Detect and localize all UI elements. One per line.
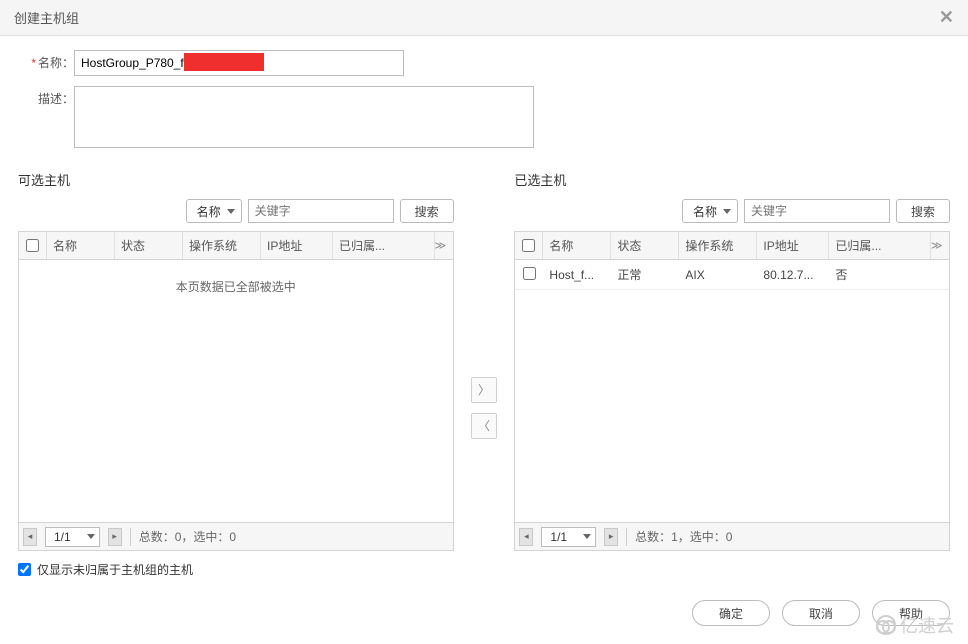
desc-textarea[interactable] — [74, 86, 534, 148]
col-ip[interactable]: IP地址 — [261, 232, 333, 259]
caret-down-icon — [227, 209, 235, 214]
available-hosts-title: 可选主机 — [18, 170, 454, 189]
only-unassigned-checkbox[interactable] — [18, 563, 31, 576]
col-status[interactable]: 状态 — [611, 232, 679, 259]
only-unassigned-label: 仅显示未归属于主机组的主机 — [37, 561, 193, 578]
col-os[interactable]: 操作系统 — [183, 232, 261, 259]
left-search-field-select[interactable]: 名称 — [186, 199, 242, 223]
left-empty-message: 本页数据已全部被选中 — [19, 260, 453, 313]
scroll-right-icon[interactable]: ▸ — [604, 528, 618, 546]
left-search-button[interactable]: 搜索 — [400, 199, 454, 223]
redacted-overlay — [184, 53, 264, 71]
columns-config-icon[interactable]: ≫ — [931, 239, 949, 252]
watermark: 亿速云 — [876, 612, 954, 638]
left-select-all-checkbox[interactable] — [26, 239, 39, 252]
dialog-title: 创建主机组 — [14, 8, 79, 27]
caret-down-icon — [723, 209, 731, 214]
move-right-button[interactable]: 〉 — [471, 377, 497, 403]
left-page-select[interactable]: 1/1 — [45, 527, 100, 547]
col-name[interactable]: 名称 — [47, 232, 115, 259]
ok-button[interactable]: 确定 — [692, 600, 770, 626]
col-status[interactable]: 状态 — [115, 232, 183, 259]
selected-hosts-grid: 名称 状态 操作系统 IP地址 已归属... ≫ Host_f... 正常 AI… — [514, 231, 950, 551]
right-search-field-select[interactable]: 名称 — [682, 199, 738, 223]
table-row[interactable]: Host_f... 正常 AIX 80.12.7... 否 — [515, 260, 949, 290]
right-select-all-checkbox[interactable] — [522, 239, 535, 252]
watermark-logo-icon — [876, 615, 896, 635]
col-ip[interactable]: IP地址 — [757, 232, 829, 259]
right-stats: 总数：1，选中：0 — [635, 528, 732, 545]
caret-down-icon — [87, 534, 95, 539]
columns-config-icon[interactable]: ≫ — [435, 239, 453, 252]
right-page-select[interactable]: 1/1 — [541, 527, 596, 547]
selected-hosts-title: 已选主机 — [514, 170, 950, 189]
col-name[interactable]: 名称 — [543, 232, 611, 259]
required-asterisk: * — [31, 56, 36, 70]
close-icon[interactable]: ✕ — [939, 7, 954, 28]
scroll-right-icon[interactable]: ▸ — [108, 528, 122, 546]
row-checkbox[interactable] — [523, 267, 536, 280]
dialog-header: 创建主机组 ✕ — [0, 0, 968, 36]
right-keyword-input[interactable] — [744, 199, 890, 223]
caret-down-icon — [583, 534, 591, 539]
name-label: 名称： — [38, 56, 74, 70]
cancel-button[interactable]: 取消 — [782, 600, 860, 626]
left-keyword-input[interactable] — [248, 199, 394, 223]
scroll-left-icon[interactable]: ◂ — [519, 528, 533, 546]
available-hosts-grid: 名称 状态 操作系统 IP地址 已归属... ≫ 本页数据已全部被选中 ◂ 1/… — [18, 231, 454, 551]
scroll-left-icon[interactable]: ◂ — [23, 528, 37, 546]
col-os[interactable]: 操作系统 — [679, 232, 757, 259]
desc-label: 描述： — [18, 86, 74, 107]
col-belonged[interactable]: 已归属... — [333, 232, 435, 259]
left-stats: 总数：0，选中：0 — [139, 528, 236, 545]
right-search-button[interactable]: 搜索 — [896, 199, 950, 223]
col-belonged[interactable]: 已归属... — [829, 232, 931, 259]
move-left-button[interactable]: 〈 — [471, 413, 497, 439]
